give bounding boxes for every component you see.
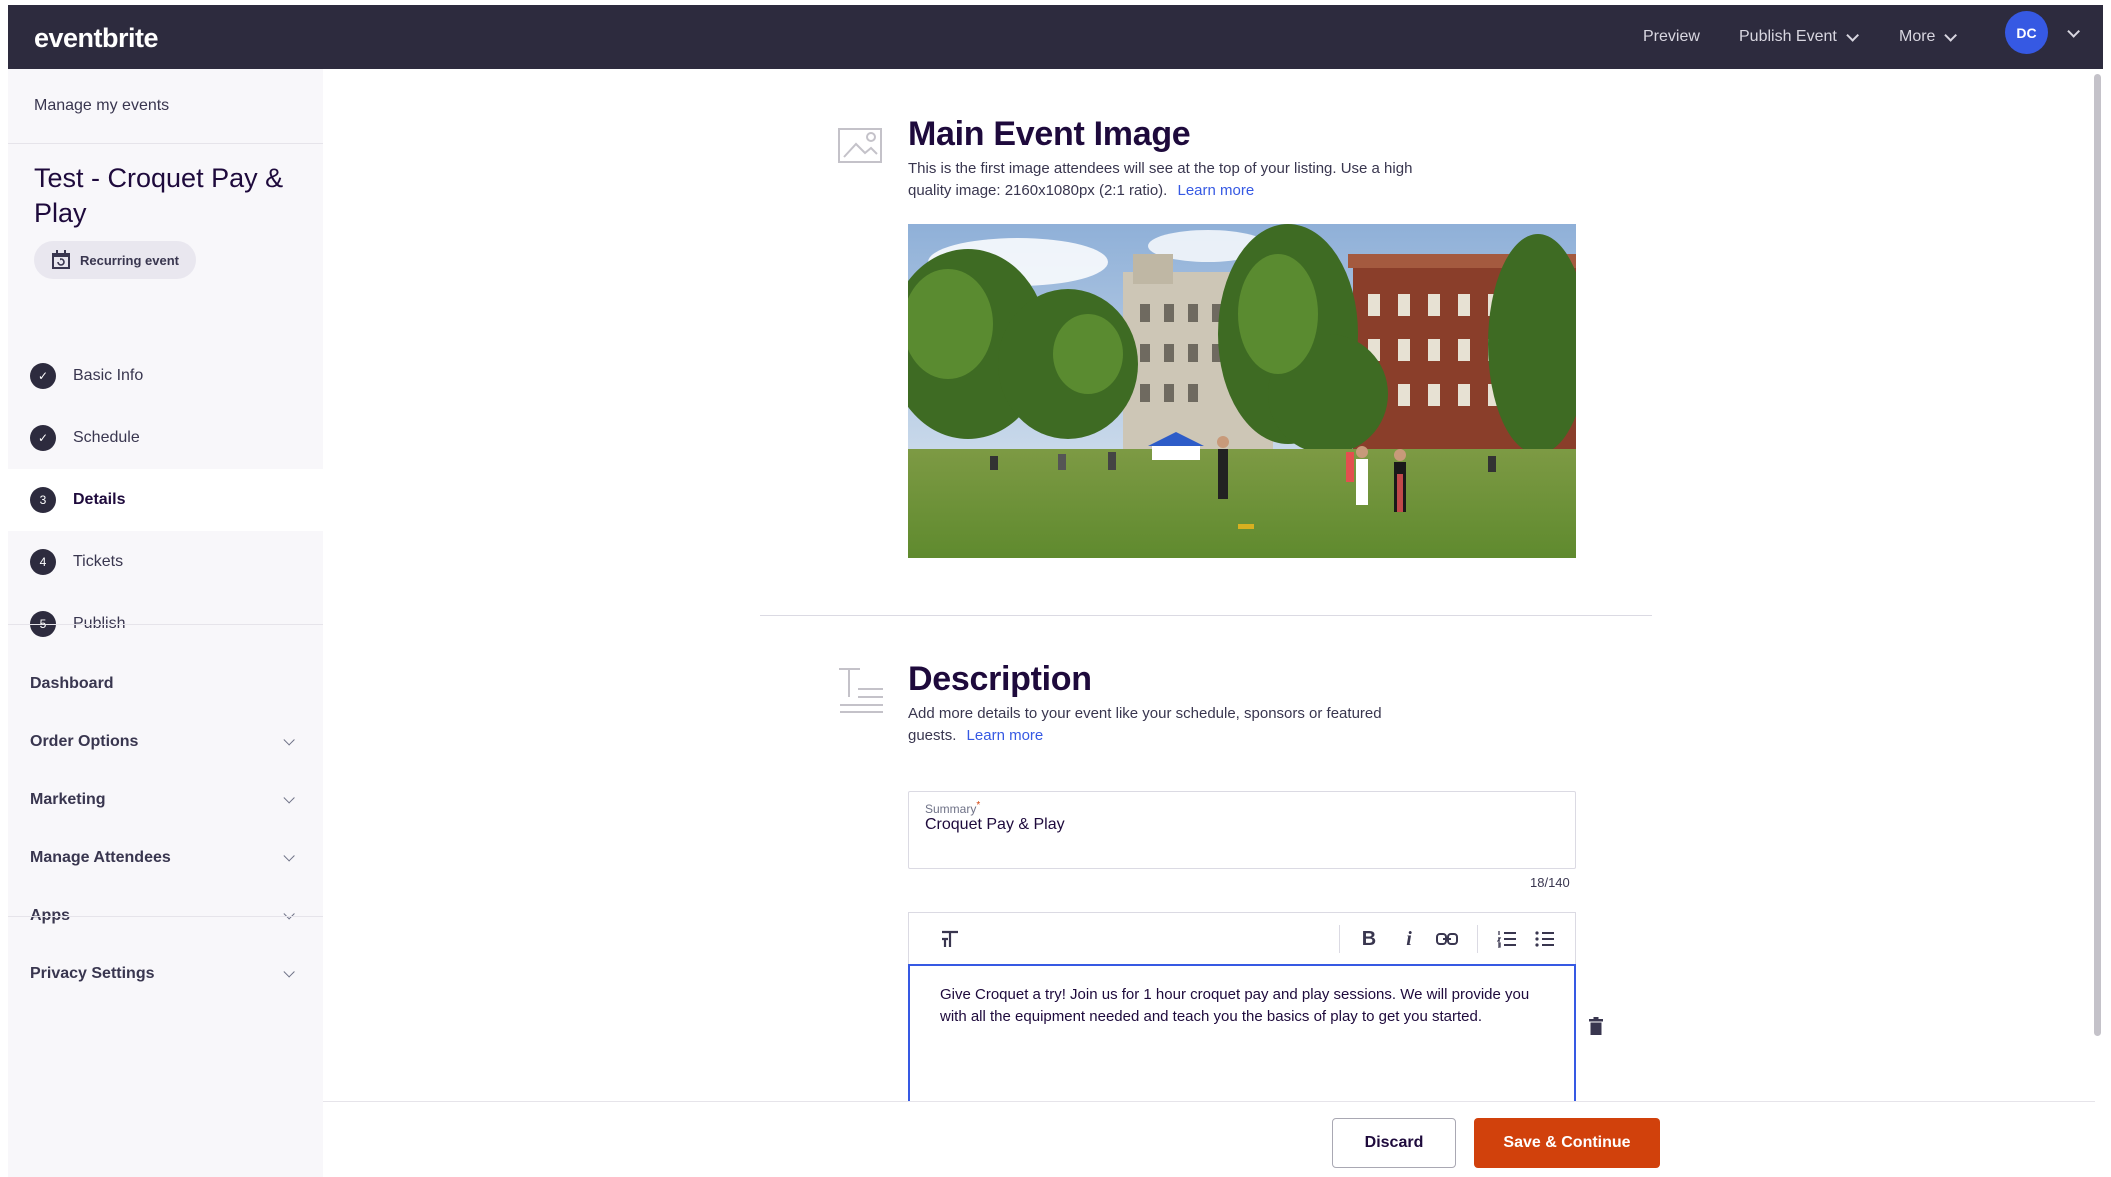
event-hero-image[interactable] (908, 224, 1576, 558)
sidebar-item-label: Privacy Settings (30, 965, 155, 982)
manage-my-events-link[interactable]: Manage my events (34, 97, 169, 115)
required-asterisk: * (976, 800, 981, 811)
toolbar-separator (1477, 925, 1478, 953)
footer-action-bar (323, 1101, 2095, 1177)
top-navbar: eventbrite Preview Publish Event More (8, 5, 2103, 69)
sidebar-item-privacy-settings[interactable]: Privacy Settings (8, 945, 323, 1003)
main-event-image-title: Main Event Image (908, 115, 1191, 153)
sidebar-item-label: Order Options (30, 733, 139, 750)
step-schedule[interactable]: ✓ Schedule (8, 407, 323, 469)
description-help: Add more details to your event like your… (908, 703, 1428, 747)
learn-more-link[interactable]: Learn more (967, 727, 1044, 744)
step-label: Details (73, 491, 126, 508)
sidebar-divider (8, 916, 323, 917)
rich-text-toolbar: B i (908, 912, 1576, 964)
sidebar-item-dashboard[interactable]: Dashboard (8, 655, 323, 713)
chevron-down-icon (283, 908, 295, 920)
description-editor[interactable]: Give Croquet a try! Join us for 1 hour c… (908, 964, 1576, 1101)
numbered-list-icon[interactable] (1489, 925, 1525, 953)
eventbrite-logo[interactable]: eventbrite (34, 23, 159, 54)
more-dropdown[interactable]: More (1899, 5, 1958, 69)
avatar-initials: DC (2016, 24, 2037, 41)
image-placeholder-icon (838, 128, 882, 163)
main-image-help-text: This is the first image attendees will s… (908, 160, 1413, 199)
text-format-icon (839, 668, 883, 713)
bold-icon[interactable]: B (1351, 925, 1387, 953)
step-number: 3 (30, 487, 56, 513)
sidebar-item-marketing[interactable]: Marketing (8, 771, 323, 829)
sidebar-item-label: Dashboard (30, 675, 114, 692)
preview-label: Preview (1643, 28, 1700, 45)
sidebar-divider (8, 624, 323, 625)
description-editor-text[interactable]: Give Croquet a try! Join us for 1 hour c… (940, 984, 1540, 1028)
chevron-down-icon (1944, 28, 1958, 42)
summary-label: Summary* (925, 800, 980, 816)
sidebar-item-label: Marketing (30, 791, 106, 808)
step-label: Schedule (73, 429, 140, 446)
publish-event-dropdown[interactable]: Publish Event (1739, 5, 1859, 69)
checkmark-icon: ✓ (30, 363, 56, 389)
croquet-lawn-photo (908, 224, 1576, 558)
user-avatar[interactable]: DC (2005, 11, 2048, 54)
event-title: Test - Croquet Pay & Play (34, 163, 284, 228)
more-label: More (1899, 28, 1936, 45)
step-number: 4 (30, 549, 56, 575)
sidebar-item-label: Manage Attendees (30, 849, 171, 866)
chevron-down-icon (283, 792, 295, 804)
section-divider (760, 615, 1652, 616)
step-label: Tickets (73, 553, 124, 570)
save-and-continue-button[interactable]: Save & Continue (1474, 1118, 1660, 1168)
step-basic-info[interactable]: ✓ Basic Info (8, 345, 323, 407)
chevron-down-icon (283, 850, 295, 862)
main-event-image-description: This is the first image attendees will s… (908, 158, 1428, 202)
link-icon[interactable] (1429, 925, 1465, 953)
sidebar-item-manage-attendees[interactable]: Manage Attendees (8, 829, 323, 887)
chevron-down-icon (283, 966, 295, 978)
summary-char-count: 18/140 (1530, 875, 1570, 890)
step-label: Basic Info (73, 367, 144, 384)
summary-input-value[interactable]: Croquet Pay & Play (925, 816, 1065, 834)
preview-link[interactable]: Preview (1643, 5, 1700, 69)
summary-label-text: Summary (925, 802, 977, 816)
chevron-down-icon (283, 734, 295, 746)
discard-button[interactable]: Discard (1332, 1118, 1456, 1168)
trash-icon[interactable] (1589, 1017, 1603, 1035)
description-title: Description (908, 660, 1092, 698)
toolbar-separator (1339, 925, 1340, 953)
italic-icon[interactable]: i (1391, 925, 1427, 953)
scrollbar-thumb[interactable] (2094, 74, 2101, 1036)
recurring-calendar-icon (52, 250, 70, 269)
summary-field[interactable]: Summary* Croquet Pay & Play (908, 791, 1576, 869)
sidebar-item-order-options[interactable]: Order Options (8, 713, 323, 771)
recurring-event-label: Recurring event (80, 252, 179, 268)
bullet-list-icon[interactable] (1527, 925, 1563, 953)
sidebar-divider (8, 143, 323, 144)
sidebar: Manage my events Test - Croquet Pay & Pl… (8, 69, 323, 1177)
step-details[interactable]: 3 Details (8, 469, 323, 531)
step-tickets[interactable]: 4 Tickets (8, 531, 323, 593)
learn-more-link[interactable]: Learn more (1178, 182, 1255, 199)
text-size-icon[interactable] (935, 925, 965, 953)
checkmark-icon: ✓ (30, 425, 56, 451)
recurring-event-badge: Recurring event (34, 241, 196, 279)
publish-event-label: Publish Event (1739, 28, 1837, 45)
chevron-down-icon (1846, 28, 1859, 42)
